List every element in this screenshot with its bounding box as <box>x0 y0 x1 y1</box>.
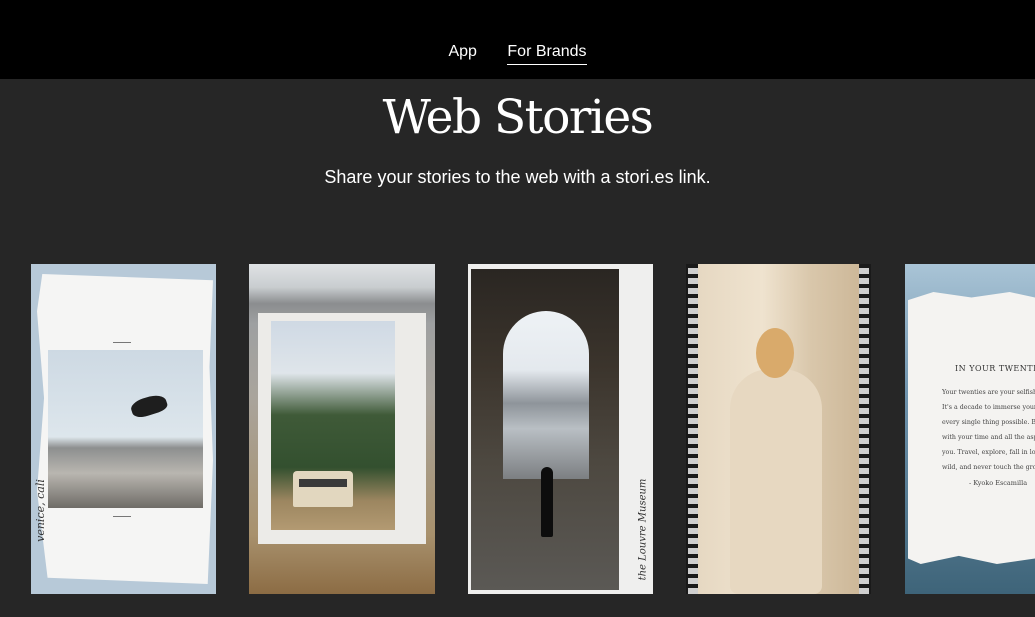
crosshair-mark <box>113 342 131 343</box>
crosshair-mark <box>113 516 131 517</box>
page-title: Web Stories <box>382 90 654 145</box>
hair-shape <box>756 328 794 378</box>
story-card-louvre[interactable]: the Louvre Museum <box>468 264 653 594</box>
quote-line: you. Travel, explore, fall in lov <box>942 449 1035 456</box>
louvre-photo <box>471 269 619 590</box>
card-caption: the Louvre Museum <box>637 478 649 581</box>
skatepark-photo <box>48 350 203 508</box>
story-card-film[interactable] <box>686 264 871 594</box>
story-card-venice[interactable]: venice, cali <box>31 264 216 594</box>
top-nav: App For Brands <box>0 43 1035 65</box>
quote-title: IN YOUR TWENTIES <box>955 364 1035 373</box>
person-silhouette <box>541 467 553 537</box>
forest-van-photo <box>271 321 395 530</box>
film-perforation <box>859 264 869 594</box>
quote-line: Your twenties are your selfish <box>942 389 1035 396</box>
portrait-photo <box>698 264 859 594</box>
top-bar: App For Brands <box>0 0 1035 79</box>
film-perforation <box>688 264 698 594</box>
nav-app-link[interactable]: App <box>448 43 476 64</box>
quote-line: It's a decade to immerse yours <box>942 404 1035 411</box>
quote-signature: - Kyoko Escamilla <box>969 479 1028 487</box>
quote-line: wild, and never touch the gro <box>942 464 1035 471</box>
cardigan-figure <box>730 369 822 594</box>
photo-frame <box>258 313 426 544</box>
van-shape <box>293 471 353 507</box>
archway <box>503 311 589 479</box>
page-subtitle: Share your stories to the web with a sto… <box>324 167 711 187</box>
quote-line: with your time and all the aspe <box>942 434 1035 441</box>
story-card-van[interactable] <box>249 264 435 594</box>
card-caption: venice, cali <box>33 479 47 542</box>
quote-line: every single thing possible. Be <box>942 419 1035 426</box>
story-card-quote[interactable]: IN YOUR TWENTIES Your twenties are your … <box>905 264 1035 594</box>
quote-text: Your twenties are your selfish It's a de… <box>942 385 1035 475</box>
nav-for-brands-link[interactable]: For Brands <box>507 43 587 65</box>
